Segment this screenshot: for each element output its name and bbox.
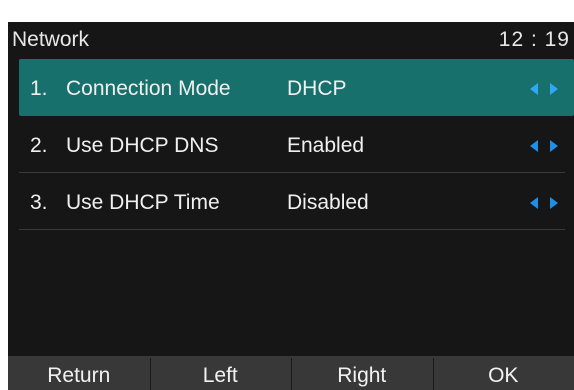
item-number: 3. [30,191,48,214]
left-softkey[interactable]: Left [149,356,292,390]
menu-item-use-dhcp-dns[interactable]: 2. Use DHCP DNS Enabled [19,116,574,173]
settings-menu: 1. Connection Mode DHCP 2. Use DHCP DNS … [8,59,574,230]
page-title: Network [12,28,90,51]
item-label: Use DHCP Time [66,191,220,214]
menu-item-use-dhcp-time[interactable]: 3. Use DHCP Time Disabled [19,173,574,230]
divider [19,229,565,230]
left-right-arrows-icon[interactable] [529,138,559,154]
item-value: Disabled [287,191,369,214]
right-softkey[interactable]: Right [291,356,433,390]
left-right-arrows-icon[interactable] [529,81,559,97]
item-label: Use DHCP DNS [66,134,219,157]
return-softkey[interactable]: Return [8,356,150,390]
ok-softkey[interactable]: OK [432,356,574,390]
phone-screen: Network 12 : 19 1. Connection Mode DHCP … [8,22,574,390]
softkey-bar: Return Left Right OK [8,356,574,390]
left-right-arrows-icon[interactable] [529,195,559,211]
header: Network 12 : 19 [8,22,574,58]
item-label: Connection Mode [66,77,231,100]
item-value: Enabled [287,134,365,157]
item-value: DHCP [287,77,347,100]
item-number: 1. [30,77,48,100]
menu-item-connection-mode[interactable]: 1. Connection Mode DHCP [19,59,574,116]
item-number: 2. [30,134,48,157]
clock: 12 : 19 [498,28,570,51]
